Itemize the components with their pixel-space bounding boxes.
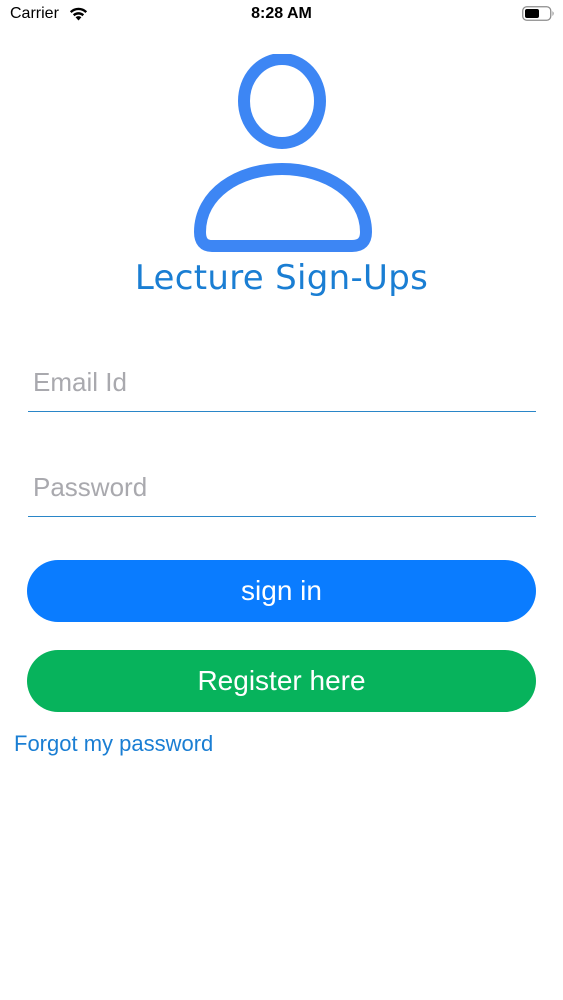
person-icon xyxy=(194,54,372,252)
register-button[interactable]: Register here xyxy=(27,650,536,712)
app-title: Lecture Sign-Ups xyxy=(134,258,429,298)
sign-in-button[interactable]: sign in xyxy=(27,560,536,622)
forgot-password-link[interactable]: Forgot my password xyxy=(14,731,213,757)
status-bar: Carrier 8:28 AM xyxy=(0,0,563,30)
email-field[interactable] xyxy=(28,354,536,412)
status-time: 8:28 AM xyxy=(251,5,312,22)
login-screen: Carrier 8:28 AM Lecture Sign-Ups sign in… xyxy=(0,0,563,1000)
battery-icon xyxy=(522,6,554,21)
password-field[interactable] xyxy=(28,459,536,517)
